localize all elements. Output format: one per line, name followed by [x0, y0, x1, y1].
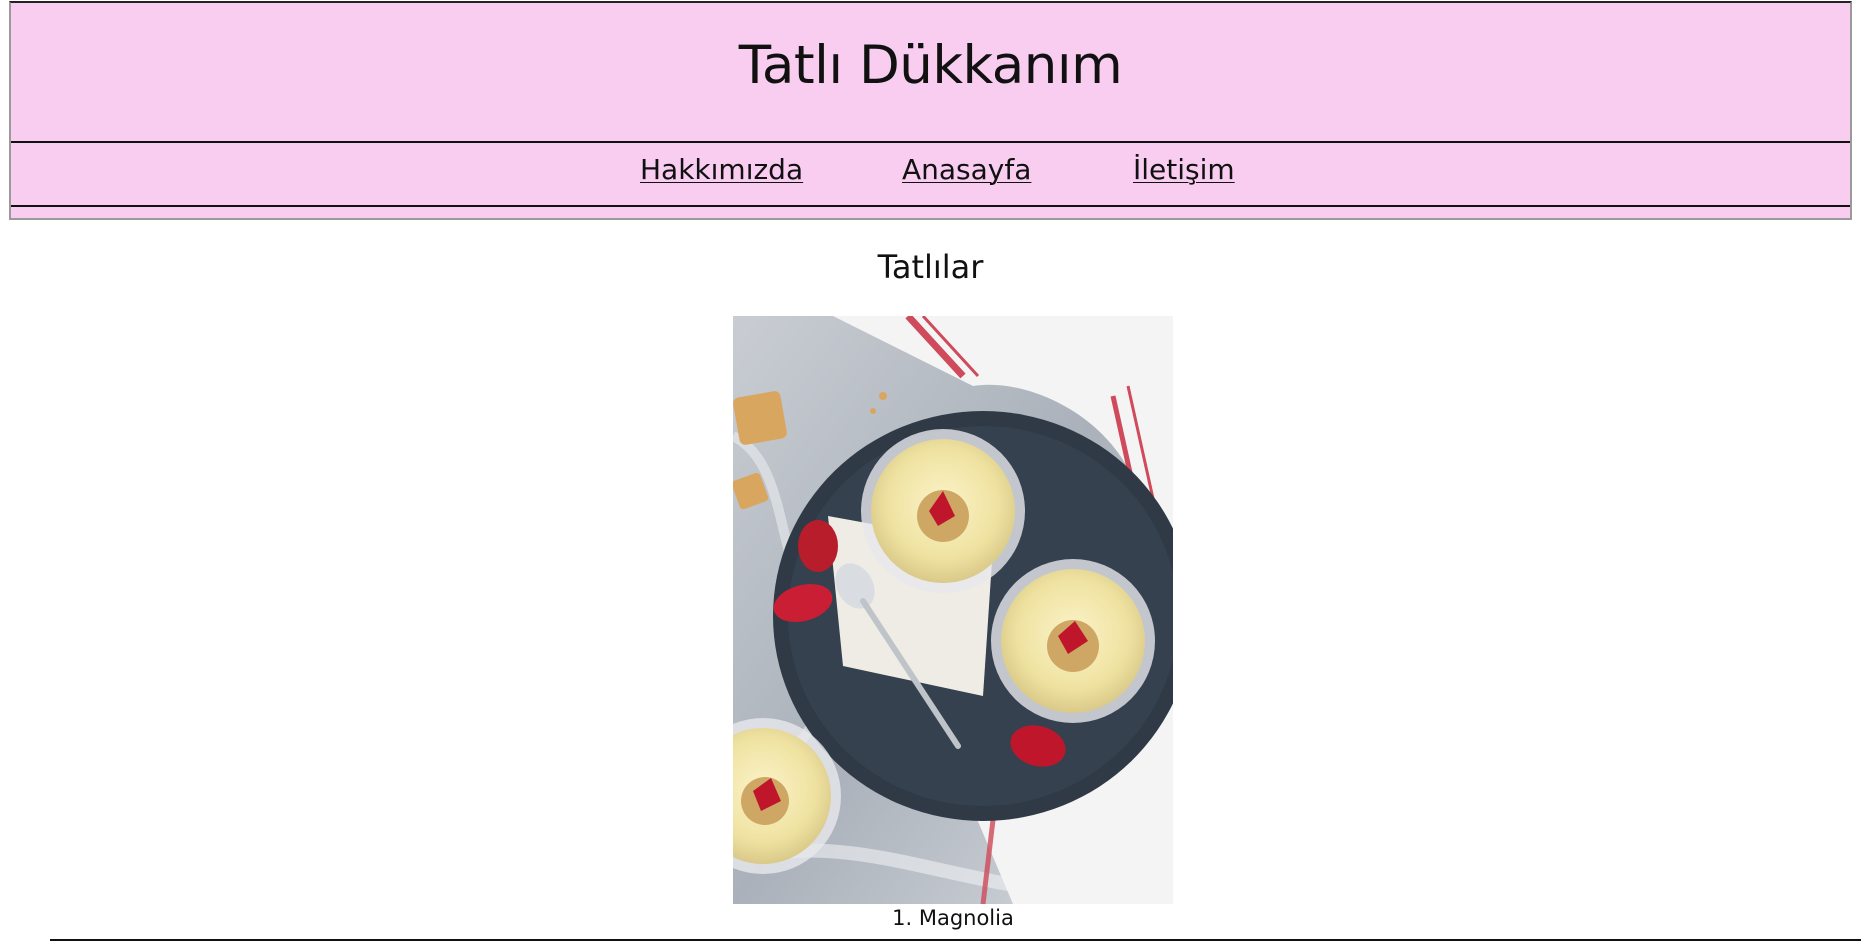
section-title: Tatlılar [877, 248, 984, 286]
nav-link-home[interactable]: Anasayfa [902, 153, 1031, 186]
header-divider-bottom [11, 205, 1850, 207]
product-caption: 1. Magnolia [892, 906, 1014, 930]
nav-link-contact[interactable]: İletişim [1133, 153, 1235, 186]
site-header: Tatlı Dükkanım Hakkımızda Anasayfa İleti… [9, 1, 1852, 220]
header-divider-top [11, 141, 1850, 143]
product-image [733, 316, 1173, 904]
site-title: Tatlı Dükkanım [738, 35, 1123, 96]
nav-link-about[interactable]: Hakkımızda [640, 153, 803, 186]
section-divider [50, 939, 1861, 941]
main-nav: Hakkımızda Anasayfa İletişim [11, 153, 1850, 199]
